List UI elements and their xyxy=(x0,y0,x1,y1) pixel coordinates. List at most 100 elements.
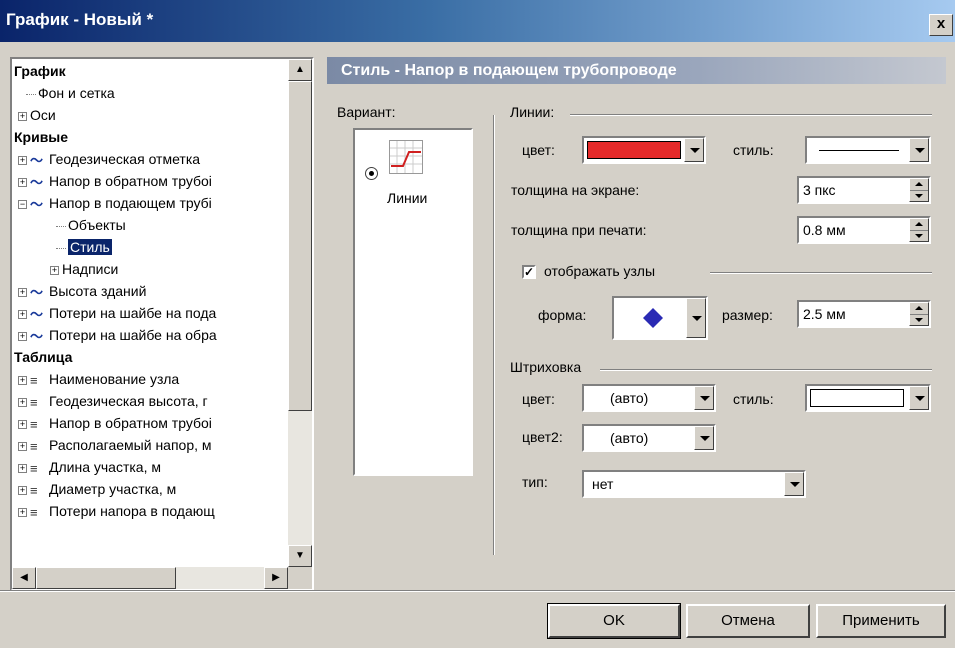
chevron-down-icon[interactable] xyxy=(684,138,704,162)
shape-label: форма: xyxy=(538,307,587,323)
expand-icon[interactable]: + xyxy=(18,507,27,517)
chevron-down-icon[interactable] xyxy=(909,138,929,162)
tree-item-label: Геодезическая высота, г xyxy=(49,393,208,409)
collapse-icon[interactable]: − xyxy=(18,199,27,209)
chevron-down-icon[interactable] xyxy=(694,386,714,410)
expand-icon[interactable]: + xyxy=(18,287,27,297)
scroll-thumb[interactable] xyxy=(288,81,312,411)
size-label: размер: xyxy=(722,307,773,323)
thickness-screen-spinner[interactable]: 3 пкс xyxy=(797,176,931,204)
tree-item[interactable]: + ≡ Длина участка, м xyxy=(12,457,288,478)
tree-item[interactable]: График xyxy=(12,61,288,82)
table-row-icon: ≡ xyxy=(30,394,38,410)
tree-item[interactable]: + ≡ Напор в обратном трубоі xyxy=(12,413,288,434)
tree-item-label: Кривые xyxy=(14,129,69,145)
tree-item[interactable]: + 〜 Потери на шайбе на пода xyxy=(12,303,288,324)
thickness-screen-value: 3 пкс xyxy=(803,182,836,198)
panel-header: Стиль - Напор в подающем трубопроводе xyxy=(327,57,946,84)
table-row-icon: ≡ xyxy=(30,504,38,520)
tree-item-label: Высота зданий xyxy=(49,283,147,299)
scroll-up-button[interactable]: ▲ xyxy=(288,59,312,81)
tree-item[interactable]: + 〜 Высота зданий xyxy=(12,281,288,302)
hscroll-thumb[interactable] xyxy=(36,567,176,589)
size-spinner[interactable]: 2.5 мм xyxy=(797,300,931,328)
type-value: нет xyxy=(592,476,614,492)
window-title: График - Новый * xyxy=(6,10,154,29)
tree-item-label: Оси xyxy=(30,107,56,123)
tree-item[interactable]: + ≡ Потери напора в подающ xyxy=(12,501,288,522)
spin-divider xyxy=(910,230,928,231)
ok-button[interactable]: OK xyxy=(547,603,681,639)
tree-item[interactable]: + 〜 Потери на шайбе на обра xyxy=(12,325,288,346)
hatch-color-dropdown[interactable]: (авто) xyxy=(582,384,716,412)
variant-label: Вариант: xyxy=(337,104,396,120)
show-nodes-checkbox[interactable]: ✓ xyxy=(522,265,536,279)
curve-icon: 〜 xyxy=(30,152,44,168)
apply-button[interactable]: Применить xyxy=(816,604,946,638)
line-style-dropdown[interactable] xyxy=(805,136,931,164)
expand-icon[interactable]: + xyxy=(18,309,27,319)
chevron-down-icon[interactable] xyxy=(694,426,714,450)
expand-icon[interactable]: + xyxy=(18,419,27,429)
expand-icon[interactable]: + xyxy=(18,331,27,341)
expand-icon[interactable]: + xyxy=(18,111,27,121)
tree-connector xyxy=(26,93,36,95)
expand-icon[interactable]: + xyxy=(18,155,27,165)
spin-divider xyxy=(910,190,928,191)
tree-item[interactable]: Стиль xyxy=(12,237,288,258)
tree-item[interactable]: + ≡ Располагаемый напор, м xyxy=(12,435,288,456)
tree-item[interactable]: Фон и сетка xyxy=(12,83,288,104)
type-dropdown[interactable]: нет xyxy=(582,470,806,498)
tree-item[interactable]: + ≡ Наименование узла xyxy=(12,369,288,390)
cancel-button[interactable]: Отмена xyxy=(686,604,810,638)
expand-icon[interactable]: + xyxy=(18,375,27,385)
expand-icon[interactable]: + xyxy=(18,441,27,451)
tree-item[interactable]: + ≡ Диаметр участка, м xyxy=(12,479,288,500)
tree-item[interactable]: + ≡ Геодезическая высота, г xyxy=(12,391,288,412)
curve-icon: 〜 xyxy=(30,196,44,212)
expand-icon[interactable]: + xyxy=(18,463,27,473)
tree-item[interactable]: + Оси xyxy=(12,105,288,126)
chevron-down-icon[interactable] xyxy=(909,386,929,410)
tree-horizontal-scrollbar[interactable]: ◀ ▶ xyxy=(12,567,288,589)
tree-item[interactable]: − 〜 Напор в подающем трубі xyxy=(12,193,288,214)
footer-separator xyxy=(0,590,955,592)
scroll-down-button[interactable]: ▼ xyxy=(288,545,312,567)
hatch-style-dropdown[interactable] xyxy=(805,384,931,412)
hatch-style-label: стиль: xyxy=(733,391,774,407)
tree-item-label: Объекты xyxy=(68,217,126,233)
tree-item[interactable]: Таблица xyxy=(12,347,288,368)
tree-item[interactable]: + 〜 Напор в обратном трубоі xyxy=(12,171,288,192)
hatch-color2-value: (авто) xyxy=(610,430,649,446)
expand-icon[interactable]: + xyxy=(18,397,27,407)
line-style-preview xyxy=(819,150,899,151)
spin-divider xyxy=(910,314,928,315)
tree-item[interactable]: + Надписи xyxy=(12,259,288,280)
scroll-right-button[interactable]: ▶ xyxy=(264,567,288,589)
expand-icon[interactable]: + xyxy=(18,485,27,495)
shape-dropdown[interactable] xyxy=(612,296,708,340)
variant-radio[interactable] xyxy=(365,167,378,180)
close-button[interactable]: x xyxy=(929,14,953,36)
show-nodes-label: отображать узлы xyxy=(544,263,656,279)
thickness-print-spinner[interactable]: 0.8 мм xyxy=(797,216,931,244)
expand-icon[interactable]: + xyxy=(50,265,59,275)
lines-group-label: Линии: xyxy=(510,104,555,120)
curve-icon: 〜 xyxy=(30,306,44,322)
tree-item[interactable]: Объекты xyxy=(12,215,288,236)
hatch-style-preview xyxy=(810,389,904,407)
scroll-corner xyxy=(288,567,312,589)
chevron-down-icon[interactable] xyxy=(784,472,804,496)
tree-item[interactable]: + 〜 Геодезическая отметка xyxy=(12,149,288,170)
hatch-color2-dropdown[interactable]: (авто) xyxy=(582,424,716,452)
tree-vertical-scrollbar[interactable]: ▲ ▼ xyxy=(288,59,312,567)
tree-item[interactable]: Кривые xyxy=(12,127,288,148)
chevron-down-icon[interactable] xyxy=(686,298,706,338)
scroll-left-button[interactable]: ◀ xyxy=(12,567,36,589)
settings-tree[interactable]: График Фон и сетка + Оси Кривые + 〜 Геодезическ… xyxy=(10,57,314,591)
thickness-print-label: толщина при печати: xyxy=(511,222,647,238)
variant-list[interactable]: Линии xyxy=(353,128,473,476)
line-color-dropdown[interactable] xyxy=(582,136,706,164)
expand-icon[interactable]: + xyxy=(18,177,27,187)
vertical-separator xyxy=(493,115,495,555)
